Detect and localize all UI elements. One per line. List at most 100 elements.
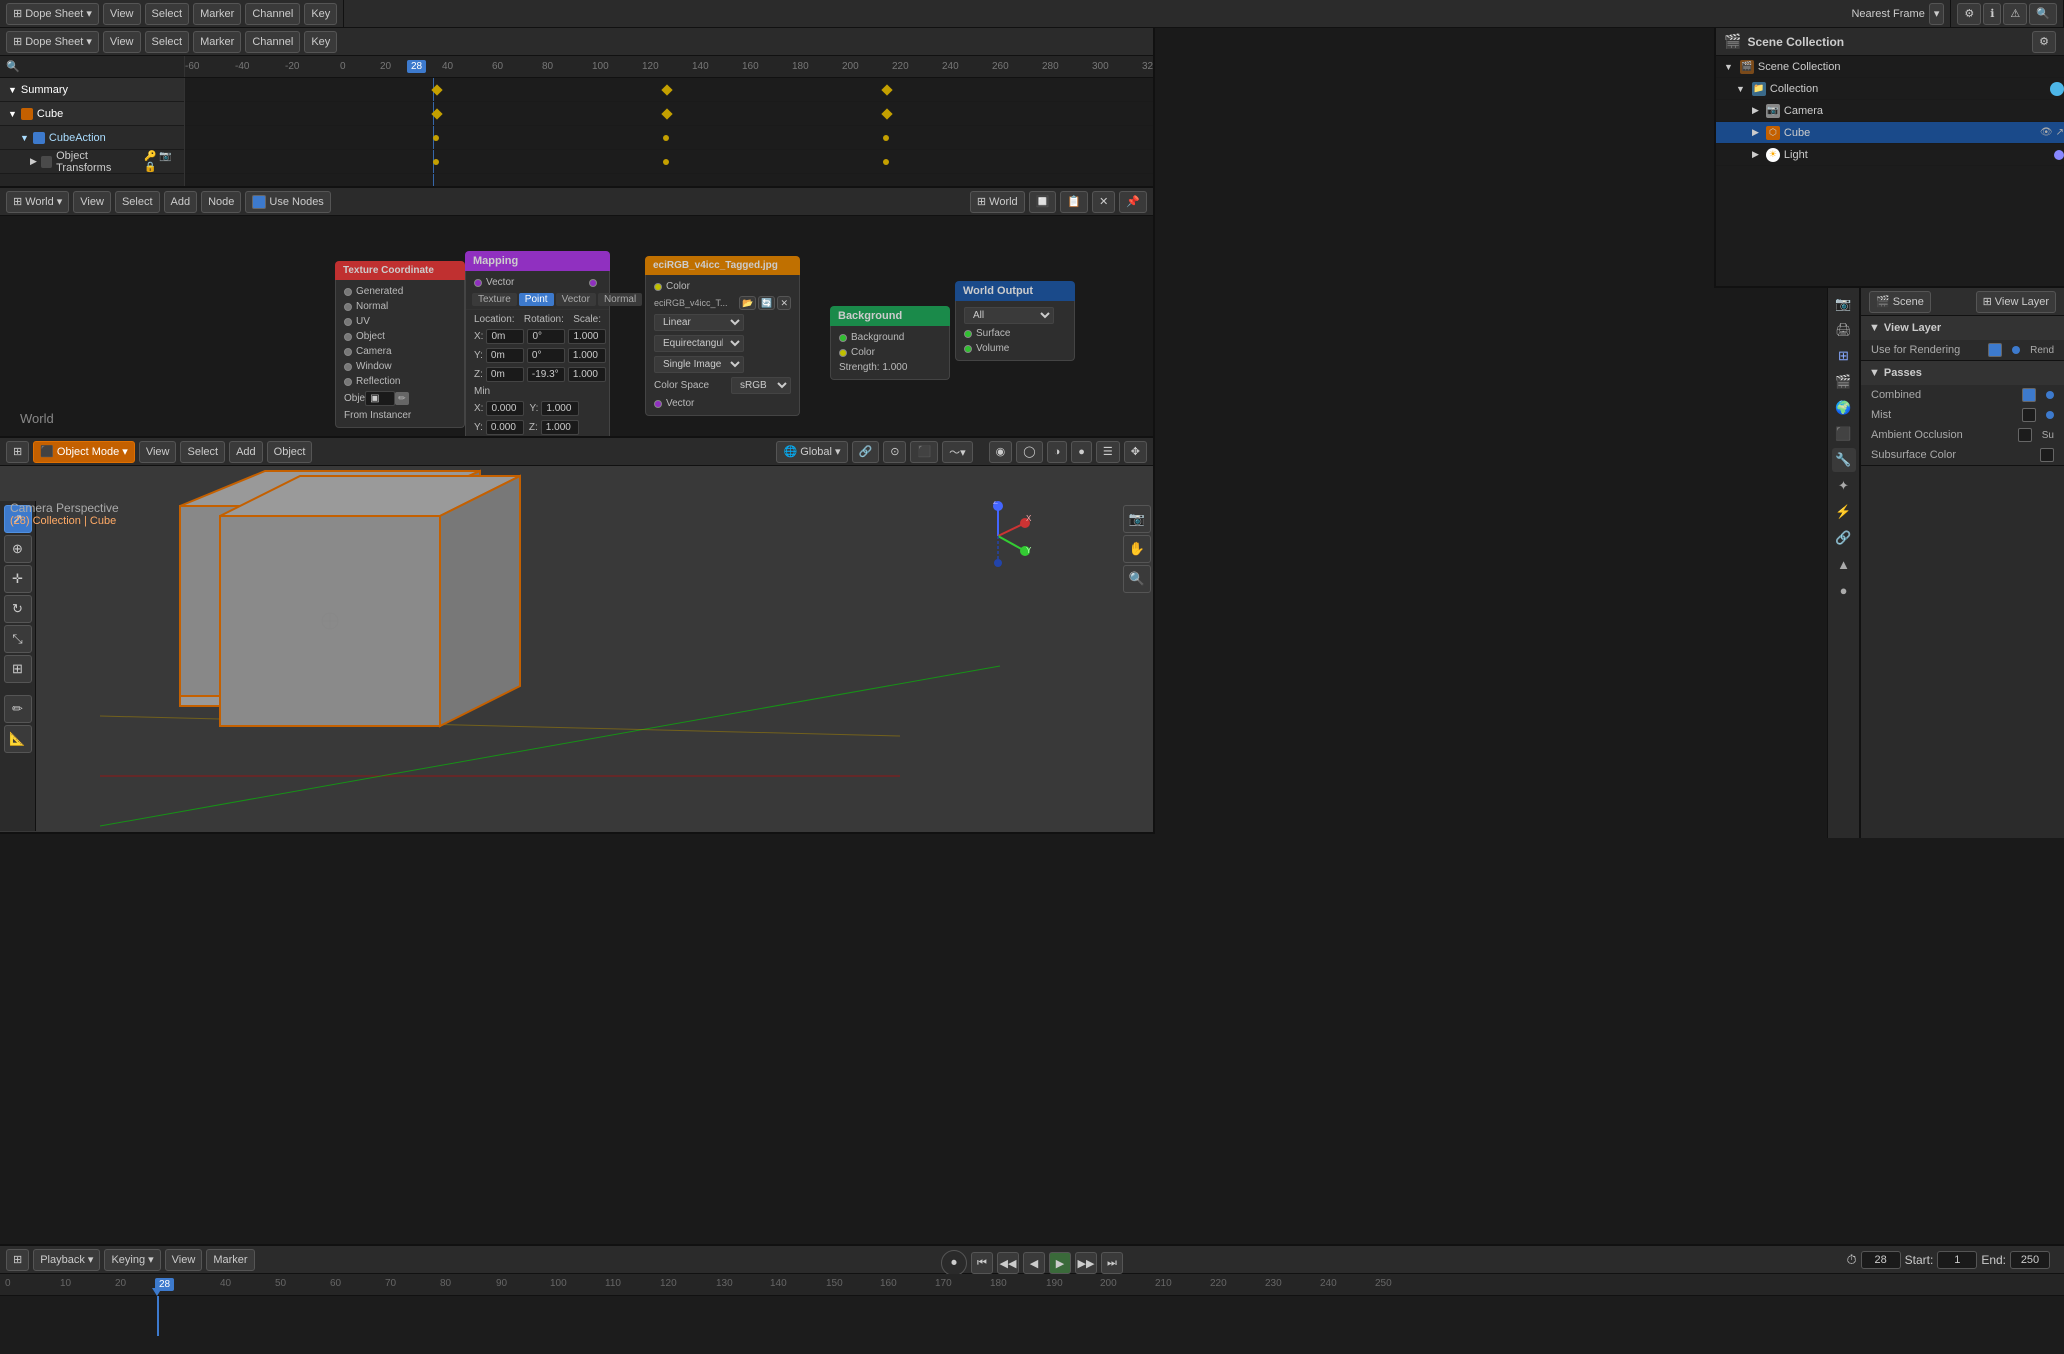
pass-subsurface-check[interactable] bbox=[2040, 448, 2054, 462]
tab-vector[interactable]: Vector bbox=[556, 293, 596, 306]
loc-x-input[interactable] bbox=[486, 329, 524, 344]
current-frame-display[interactable]: 28 bbox=[1861, 1251, 1901, 1269]
prop-object-icon-btn[interactable]: ⬛ bbox=[1832, 422, 1856, 446]
pass-ao-check[interactable] bbox=[2018, 428, 2032, 442]
object-menu-3d[interactable]: Object bbox=[267, 441, 313, 463]
viewport-shading-render[interactable]: ● bbox=[1071, 441, 1092, 463]
view-menu[interactable]: View bbox=[103, 3, 141, 25]
timeline-type-btn[interactable]: ⊞ bbox=[6, 1249, 29, 1271]
image-source-select[interactable]: Single ImageMovieSequence bbox=[654, 356, 744, 373]
hand-tool-btn[interactable]: ✋ bbox=[1123, 535, 1151, 563]
dope-row-cube[interactable]: ▼ Cube bbox=[0, 102, 184, 126]
scale-z-input[interactable] bbox=[568, 367, 606, 382]
passes-section-header[interactable]: ▼ Passes bbox=[1861, 361, 2064, 385]
prop-view-layer-icon-btn[interactable]: ⊞ bbox=[1832, 344, 1856, 368]
world-preview-btn[interactable]: 🔲 bbox=[1029, 191, 1057, 213]
tc-obj-input[interactable] bbox=[365, 391, 395, 406]
loc-z-input[interactable] bbox=[486, 367, 524, 382]
image-interp-select[interactable]: LinearClosestCubic bbox=[654, 314, 744, 331]
zoom-tool-btn[interactable]: 🔍 bbox=[1123, 565, 1151, 593]
image-reload-btn[interactable]: 🔄 bbox=[758, 296, 775, 310]
marker-menu-tl[interactable]: Marker bbox=[206, 1249, 254, 1271]
view-layer-section-header[interactable]: ▼ View Layer bbox=[1861, 316, 2064, 340]
measure-tool[interactable]: 📐 bbox=[4, 725, 32, 753]
add-menu-3d[interactable]: Add bbox=[229, 441, 263, 463]
tab-point[interactable]: Point bbox=[519, 293, 554, 306]
use-for-rendering-check[interactable] bbox=[1988, 343, 2002, 357]
view-menu-3d[interactable]: View bbox=[139, 441, 177, 463]
cursor-tool[interactable]: ⊕ bbox=[4, 535, 32, 563]
use-nodes-check[interactable] bbox=[252, 195, 266, 209]
prop-world-icon-btn[interactable]: 🌍 bbox=[1832, 396, 1856, 420]
dope-marker-menu[interactable]: Marker bbox=[193, 31, 241, 53]
min2-z-input[interactable] bbox=[541, 420, 579, 435]
world-copy-btn[interactable]: 📋 bbox=[1060, 191, 1088, 213]
rot-z-input[interactable] bbox=[527, 367, 565, 382]
loc-y-input[interactable] bbox=[486, 348, 524, 363]
render-btn[interactable]: ⚙ bbox=[1957, 3, 1981, 25]
viewport-shading-mat[interactable]: ◑ bbox=[1047, 441, 1068, 463]
end-frame-display[interactable]: 250 bbox=[2010, 1251, 2050, 1269]
prop-scene-icon-btn[interactable]: 🎬 bbox=[1832, 370, 1856, 394]
tc-color-btn[interactable]: ✏ bbox=[395, 392, 409, 405]
use-nodes-checkbox[interactable]: Use Nodes bbox=[245, 191, 330, 213]
header-right-1[interactable]: ⬛ bbox=[910, 441, 938, 463]
sc-row-scene-collection[interactable]: ▼ 🎬 Scene Collection bbox=[1716, 56, 2064, 78]
object-mode-btn[interactable]: ⬛ Object Mode ▾ bbox=[33, 441, 135, 463]
scale-y-input[interactable] bbox=[568, 348, 606, 363]
dope-keyframes[interactable] bbox=[185, 78, 1153, 186]
node-world-output[interactable]: World Output AllCyclesEevee Surface Volu… bbox=[955, 281, 1075, 361]
world-node-canvas[interactable]: Texture Coordinate Generated Normal UV O… bbox=[0, 216, 1153, 436]
info-btn[interactable]: ℹ bbox=[1983, 3, 2001, 25]
dope-select-menu[interactable]: Select bbox=[145, 31, 190, 53]
prop-physics-icon-btn[interactable]: ⚡ bbox=[1832, 500, 1856, 524]
proportional-btn[interactable]: ⊙ bbox=[883, 441, 906, 463]
image-colorspace-select[interactable]: sRGBLinear bbox=[731, 377, 791, 394]
pass-mist-check[interactable] bbox=[2022, 408, 2036, 422]
prop-modifier-icon-btn[interactable]: 🔧 bbox=[1832, 448, 1856, 472]
start-frame-display[interactable]: 1 bbox=[1937, 1251, 1977, 1269]
play-btn[interactable]: ▶ bbox=[1049, 1252, 1071, 1274]
prop-constraints-icon-btn[interactable]: 🔗 bbox=[1832, 526, 1856, 550]
prop-render-icon-btn[interactable]: 📷 bbox=[1832, 292, 1856, 316]
dope-channel-menu[interactable]: Channel bbox=[245, 31, 300, 53]
viewport-shading-wire[interactable]: ◉ bbox=[989, 441, 1013, 463]
header-right-2[interactable]: 〜▾ bbox=[942, 441, 973, 463]
node-image-texture[interactable]: eciRGB_v4icc_Tagged.jpg Color eciRGB_v4i… bbox=[645, 256, 800, 416]
marker-menu[interactable]: Marker bbox=[193, 3, 241, 25]
world-node-menu[interactable]: Node bbox=[201, 191, 241, 213]
image-projection-select[interactable]: EquirectangularFlatBox bbox=[654, 335, 744, 352]
sc-row-camera[interactable]: ▶ 📷 Camera bbox=[1716, 100, 2064, 122]
sc-filter-btn[interactable]: ⚙ bbox=[2032, 31, 2056, 53]
scale-x-input[interactable] bbox=[568, 329, 606, 344]
world-type-btn[interactable]: ⊞ World ▾ bbox=[6, 191, 69, 213]
dope-row-action[interactable]: ▼ CubeAction bbox=[0, 126, 184, 150]
annotate-tool[interactable]: ✏ bbox=[4, 695, 32, 723]
min-x-input[interactable] bbox=[486, 401, 524, 416]
rot-x-input[interactable] bbox=[527, 329, 565, 344]
pass-combined-check[interactable] bbox=[2022, 388, 2036, 402]
world-select-menu[interactable]: Select bbox=[115, 191, 160, 213]
viewport-type-btn[interactable]: ⊞ bbox=[6, 441, 29, 463]
camera-view-btn[interactable]: 📷 bbox=[1123, 505, 1151, 533]
world-editor-icon-btn[interactable]: ⊞ World bbox=[970, 191, 1025, 213]
record-btn[interactable]: ⏺ bbox=[941, 1250, 967, 1276]
world-close-btn[interactable]: ✕ bbox=[1092, 191, 1115, 213]
viewport-gizmo-btn[interactable]: ✥ bbox=[1124, 441, 1147, 463]
sc-row-light[interactable]: ▶ ☀ Light bbox=[1716, 144, 2064, 166]
dope-view-menu[interactable]: View bbox=[103, 31, 141, 53]
sc-row-cube[interactable]: ▶ ⬡ Cube 👁 ↗ bbox=[1716, 122, 2064, 144]
scale-tool[interactable]: ⤡ bbox=[4, 625, 32, 653]
prop-data-icon-btn[interactable]: ▲ bbox=[1832, 552, 1856, 576]
next-frame-btn[interactable]: ▶▶ bbox=[1075, 1252, 1097, 1274]
viewport-overlay-btn[interactable]: ☰ bbox=[1096, 441, 1120, 463]
warning-btn[interactable]: ⚠ bbox=[2003, 3, 2027, 25]
output-target-select[interactable]: AllCyclesEevee bbox=[964, 307, 1054, 324]
world-add-menu[interactable]: Add bbox=[164, 191, 198, 213]
rot-y-input[interactable] bbox=[527, 348, 565, 363]
dope-row-transforms[interactable]: ▶ Object Transforms 🔑 📷 🔒 bbox=[0, 150, 184, 174]
prop-material-icon-btn[interactable]: ● bbox=[1832, 578, 1856, 602]
timeline-content[interactable] bbox=[0, 1296, 2064, 1336]
prop-particles-icon-btn[interactable]: ✦ bbox=[1832, 474, 1856, 498]
transform-dropdown[interactable]: 🌐 Global ▾ bbox=[776, 441, 847, 463]
